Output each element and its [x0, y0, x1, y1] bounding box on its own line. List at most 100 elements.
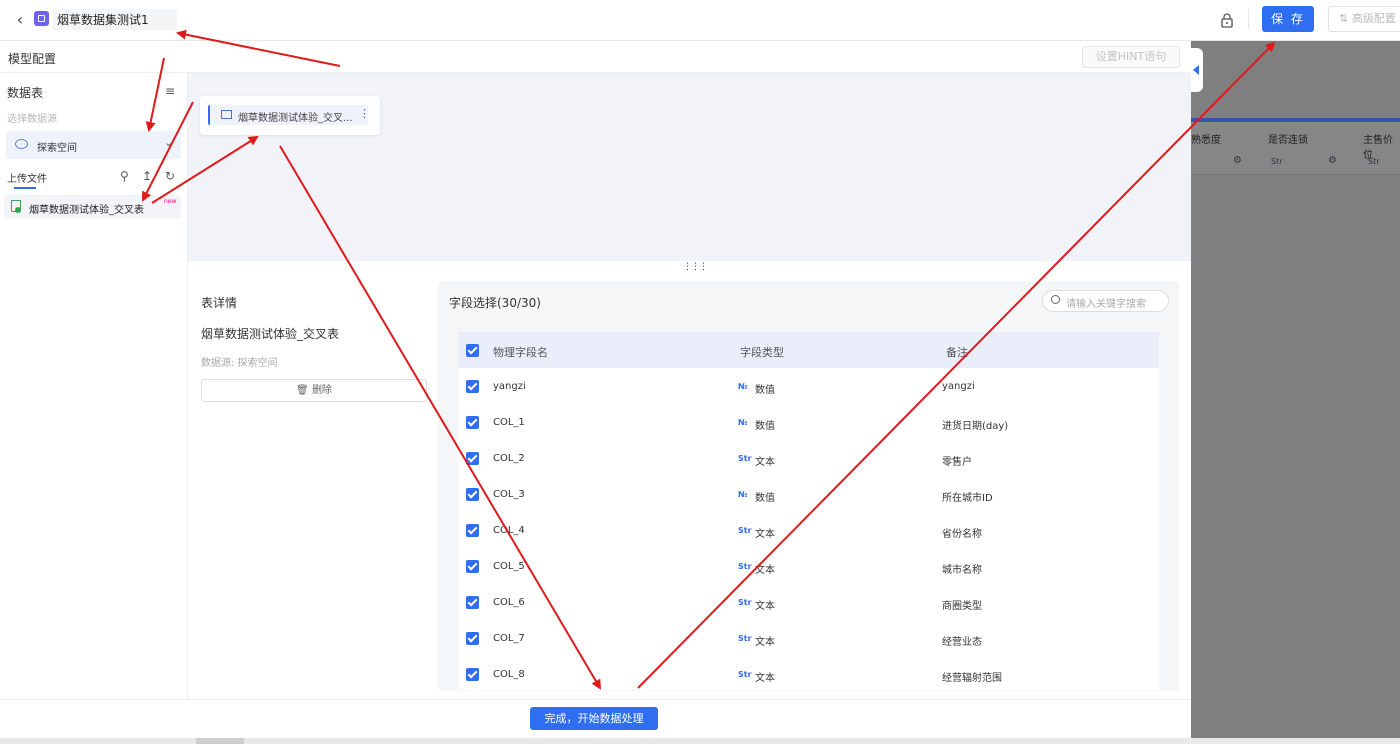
table-row[interactable]: COL_2 Str 文本 零售户: [458, 440, 1159, 476]
horizontal-scrollbar[interactable]: [0, 738, 1400, 744]
column-header: 字段类型: [740, 346, 784, 359]
toolbar-divider: [1248, 9, 1249, 29]
field-note: 城市名称: [942, 565, 982, 576]
bg-col-familiarity: 熟悉度: [1191, 135, 1221, 146]
field-type-tag: №: [738, 382, 748, 391]
field-type: 文本: [755, 601, 775, 612]
field-type-tag: №: [738, 490, 748, 499]
table-row[interactable]: COL_7 Str 文本 经营业态: [458, 620, 1159, 656]
gear-icon: ⚙: [1233, 155, 1242, 166]
row-checkbox[interactable]: [466, 380, 479, 393]
dataset-title-input[interactable]: [53, 9, 177, 30]
table-row[interactable]: COL_5 Str 文本 城市名称: [458, 548, 1159, 584]
field-name: COL_5: [493, 561, 525, 572]
field-name: COL_2: [493, 453, 525, 464]
lock-icon: [1221, 13, 1233, 28]
dataset-app-icon: [34, 11, 49, 26]
trash-icon: 🗑: [296, 385, 309, 396]
file-list-item[interactable]: 烟草数据测试体验_交叉表 new: [4, 195, 181, 219]
back-button[interactable]: ‹: [10, 10, 30, 30]
field-name: COL_3: [493, 489, 525, 500]
file-name: 烟草数据测试体验_交叉表: [29, 205, 144, 216]
planet-icon: [15, 139, 28, 149]
table-row[interactable]: COL_1 № 数值 进货日期(day): [458, 404, 1159, 440]
source-placeholder: 选择数据源: [7, 114, 57, 125]
detail-source: 数据源: 探索空间: [201, 358, 278, 369]
lock-button[interactable]: [1218, 11, 1236, 29]
delete-table-button[interactable]: 🗑 删除: [201, 379, 427, 402]
row-checkbox[interactable]: [466, 488, 479, 501]
sidebar: 数据表 ≡ 选择数据源 探索空间 ⌄ 上传文件 ⚲ ↥ ↻ 烟草数据测试体验_交…: [0, 73, 188, 699]
field-name: COL_6: [493, 597, 525, 608]
field-type: 文本: [755, 637, 775, 648]
field-type-tag: Str: [738, 670, 752, 679]
table-row[interactable]: COL_8 Str 文本 经营辐射范围: [458, 656, 1159, 690]
scrollbar-thumb[interactable]: [196, 738, 244, 744]
drag-handle-icon[interactable]: ⋮⋮⋮: [683, 262, 708, 272]
table-node[interactable]: 烟草数据测试体验_交叉... ⋮: [200, 96, 380, 135]
gear-icon: ⚙: [1328, 155, 1337, 166]
field-note: yangzi: [942, 381, 975, 392]
table-row[interactable]: COL_6 Str 文本 商圈类型: [458, 584, 1159, 620]
row-checkbox[interactable]: [466, 416, 479, 429]
field-type-tag: №: [738, 418, 748, 427]
upload-icon[interactable]: ↥: [142, 169, 152, 183]
row-checkbox[interactable]: [466, 596, 479, 609]
table-row[interactable]: yangzi № 数值 yangzi: [458, 368, 1159, 404]
sidebar-title: 数据表: [7, 86, 44, 100]
tab-upload-file[interactable]: 上传文件: [7, 170, 47, 185]
search-icon: [1051, 295, 1060, 304]
row-checkbox[interactable]: [466, 632, 479, 645]
chevron-down-icon: ⌄: [164, 136, 174, 149]
set-hint-button[interactable]: 设置HINT语句: [1082, 46, 1180, 68]
table-row[interactable]: COL_3 № 数值 所在城市ID: [458, 476, 1159, 512]
detail-title: 表详情: [201, 296, 238, 310]
field-type-tag: Str: [738, 562, 752, 571]
field-search-input[interactable]: 请输入关键字搜索: [1042, 290, 1169, 312]
bg-type-tag: Str: [1271, 157, 1283, 166]
field-note: 省份名称: [942, 529, 982, 540]
field-name: COL_8: [493, 669, 525, 680]
bg-type-tag: Str: [1368, 157, 1380, 166]
table-row[interactable]: COL_4 Str 文本 省份名称: [458, 512, 1159, 548]
select-all-checkbox[interactable]: [466, 344, 479, 357]
delete-label: 删除: [311, 385, 332, 396]
field-name: COL_7: [493, 633, 525, 644]
field-type-tag: Str: [738, 526, 752, 535]
finish-process-button[interactable]: 完成，开始数据处理: [530, 707, 658, 730]
field-note: 所在城市ID: [942, 493, 993, 504]
advanced-config-button[interactable]: ⇅ 高级配置: [1328, 6, 1400, 32]
tab-active-indicator: [14, 187, 36, 189]
collapse-panel-button[interactable]: [1191, 48, 1203, 92]
background-overlay: 熟悉度 是否连锁 主售价位 ⚙ Str ⚙ Str: [1191, 41, 1400, 744]
column-header: 备注: [946, 346, 968, 359]
save-button[interactable]: 保 存: [1262, 6, 1314, 32]
field-note: 进货日期(day): [942, 421, 1009, 432]
detail-table-name: 烟草数据测试体验_交叉表: [201, 327, 340, 341]
field-selection-title: 字段选择(30/30): [449, 296, 541, 310]
row-checkbox[interactable]: [466, 668, 479, 681]
search-icon[interactable]: ⚲: [120, 169, 129, 183]
field-type: 数值: [755, 493, 775, 504]
row-checkbox[interactable]: [466, 560, 479, 573]
bg-col-chain: 是否连锁: [1268, 135, 1308, 146]
more-vertical-icon[interactable]: ⋮: [359, 107, 370, 120]
table-node-label: 烟草数据测试体验_交叉...: [238, 113, 353, 124]
row-checkbox[interactable]: [466, 452, 479, 465]
model-config-header: 模型配置 设置HINT语句: [0, 41, 1191, 73]
table-node-body[interactable]: 烟草数据测试体验_交叉... ⋮: [208, 105, 370, 125]
new-badge: new: [164, 198, 177, 205]
row-checkbox[interactable]: [466, 524, 479, 537]
list-collapse-icon[interactable]: ≡: [165, 84, 175, 98]
data-source-value: 探索空间: [37, 143, 77, 154]
field-name: COL_4: [493, 525, 525, 536]
field-note: 零售户: [942, 457, 972, 468]
chevron-left-icon: ‹: [16, 10, 24, 29]
column-header: 物理字段名: [493, 346, 548, 359]
refresh-icon[interactable]: ↻: [165, 169, 175, 183]
top-bar: ‹ 保 存 ⇅ 高级配置: [0, 0, 1400, 41]
advanced-config-label: 高级配置: [1351, 12, 1396, 25]
data-source-select[interactable]: 探索空间 ⌄: [6, 131, 181, 159]
table-icon: [221, 110, 232, 119]
field-type: 文本: [755, 529, 775, 540]
